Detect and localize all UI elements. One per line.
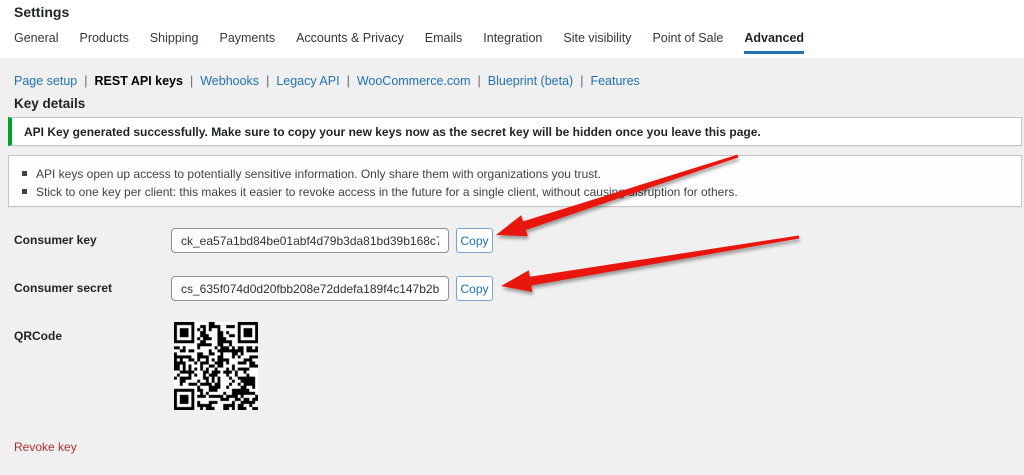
- consumer-secret-copy-button[interactable]: Copy: [456, 276, 493, 301]
- subnav-separator: |: [84, 74, 87, 88]
- qrcode-label: QRCode: [14, 329, 62, 343]
- success-notice: API Key generated successfully. Make sur…: [8, 117, 1022, 146]
- consumer-secret-input[interactable]: [171, 276, 449, 301]
- tab-emails[interactable]: Emails: [425, 31, 463, 54]
- page-title: Settings: [14, 4, 69, 20]
- subnav-separator: |: [347, 74, 350, 88]
- subnav-item-features[interactable]: Features: [590, 74, 639, 88]
- red-arrow-to-consumer-secret-copy: [501, 236, 799, 293]
- subnav-item-legacy-api[interactable]: Legacy API: [276, 74, 339, 88]
- subnav-item-page-setup[interactable]: Page setup: [14, 74, 77, 88]
- info-bullet-one-key: Stick to one key per client: this makes …: [22, 183, 1011, 201]
- tab-general[interactable]: General: [14, 31, 58, 54]
- tab-point-of-sale[interactable]: Point of Sale: [652, 31, 723, 54]
- subnav-separator: |: [266, 74, 269, 88]
- consumer-key-copy-button[interactable]: Copy: [456, 228, 493, 253]
- tab-payments[interactable]: Payments: [219, 31, 275, 54]
- key-details-heading: Key details: [14, 96, 85, 111]
- tab-products[interactable]: Products: [79, 31, 128, 54]
- tab-integration[interactable]: Integration: [483, 31, 542, 54]
- tab-shipping[interactable]: Shipping: [150, 31, 199, 54]
- tab-site-visibility[interactable]: Site visibility: [563, 31, 631, 54]
- subnav-item-webhooks[interactable]: Webhooks: [200, 74, 259, 88]
- subnav-item-woocommerce-com[interactable]: WooCommerce.com: [357, 74, 471, 88]
- tab-accounts-privacy[interactable]: Accounts & Privacy: [296, 31, 404, 54]
- advanced-subnav: Page setup | REST API keys | Webhooks | Legacy…: [14, 74, 640, 88]
- consumer-key-input[interactable]: [171, 228, 449, 253]
- revoke-key-link[interactable]: Revoke key: [14, 440, 77, 454]
- subnav-item-rest-api-keys[interactable]: REST API keys: [95, 74, 183, 88]
- subnav-separator: |: [190, 74, 193, 88]
- success-notice-text: API Key generated successfully. Make sur…: [24, 125, 761, 139]
- tab-advanced[interactable]: Advanced: [744, 31, 804, 54]
- settings-header: Settings General Products Shipping Payme…: [0, 0, 1024, 58]
- woocommerce-settings-page: Settings General Products Shipping Payme…: [0, 0, 1024, 475]
- subnav-separator: |: [580, 74, 583, 88]
- api-keys-info-box: API keys open up access to potentially s…: [8, 155, 1022, 207]
- consumer-secret-label: Consumer secret: [14, 281, 112, 295]
- info-bullet-sensitive: API keys open up access to potentially s…: [22, 165, 1011, 183]
- qr-code-image: [174, 322, 258, 410]
- annotation-arrows: [0, 0, 1024, 475]
- subnav-item-blueprint-beta[interactable]: Blueprint (beta): [488, 74, 573, 88]
- subnav-separator: |: [478, 74, 481, 88]
- settings-tabs: General Products Shipping Payments Accou…: [14, 31, 804, 54]
- consumer-key-label: Consumer key: [14, 233, 97, 247]
